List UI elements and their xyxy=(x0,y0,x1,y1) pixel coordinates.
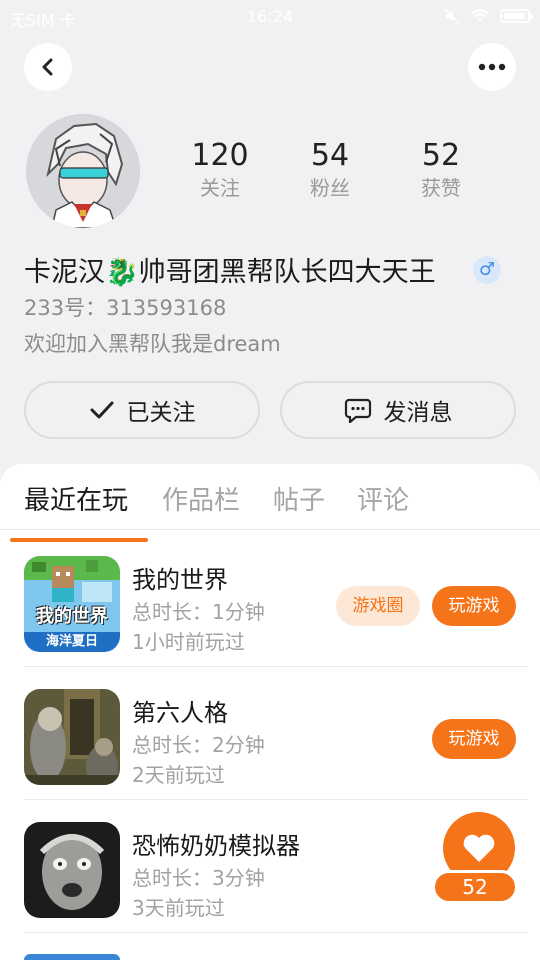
stat-likes[interactable]: 52 获赞 xyxy=(391,138,491,202)
chevron-left-icon xyxy=(42,58,53,76)
stat-value: 52 xyxy=(421,138,461,173)
granny-icon-art xyxy=(24,822,120,918)
like-count: 52 xyxy=(432,870,518,904)
heart-icon xyxy=(463,834,495,862)
identity-v-icon-art xyxy=(24,689,120,785)
icon-subtitle-text: 海洋夏日 xyxy=(45,634,98,649)
like-floating-button[interactable]: 52 xyxy=(432,812,518,906)
identity-v-game-icon[interactable] xyxy=(24,689,120,785)
stat-label: 获赞 xyxy=(421,176,461,200)
send-message-label: 发消息 xyxy=(383,400,453,426)
stat-fans[interactable]: 54 粉丝 xyxy=(280,138,380,202)
tab-posts[interactable]: 帖子 xyxy=(273,480,325,517)
game-last-played: 1小时前玩过 xyxy=(132,630,245,654)
icon-title-text: 我的世界 xyxy=(36,606,108,627)
stat-value: 54 xyxy=(310,138,350,173)
game-circle-button[interactable]: 游戏圈 xyxy=(336,586,420,626)
status-icons xyxy=(444,8,533,24)
back-button[interactable] xyxy=(24,43,72,91)
avatar[interactable] xyxy=(26,114,140,228)
row-divider xyxy=(24,932,528,933)
battery-icon xyxy=(500,9,533,23)
granny-game-icon[interactable] xyxy=(24,822,120,918)
gender-male-icon: ♂ xyxy=(473,256,501,284)
user-bio: 欢迎加入黑帮队我是dream xyxy=(24,332,281,356)
user-id: 233号：313593168 xyxy=(24,296,227,320)
game-title: 我的世界 xyxy=(132,566,228,594)
stat-value: 120 xyxy=(191,138,249,173)
send-message-button[interactable]: 发消息 xyxy=(280,381,516,439)
game-title: 第六人格 xyxy=(132,699,228,727)
more-button[interactable] xyxy=(468,43,516,91)
more-dots-icon xyxy=(478,63,506,71)
game-last-played: 3天前玩过 xyxy=(132,896,225,920)
stat-label: 关注 xyxy=(200,176,240,200)
stat-label: 粉丝 xyxy=(310,176,350,200)
play-game-button[interactable]: 玩游戏 xyxy=(432,586,516,626)
mute-icon xyxy=(444,8,460,24)
user-name: 卡泥汉🐉帅哥团黑帮队长四大天王 xyxy=(24,257,436,288)
game-last-played: 2天前玩过 xyxy=(132,763,225,787)
game-duration: 总时长：3分钟 xyxy=(132,866,265,890)
game-title: 恐怖奶奶模拟器 xyxy=(132,832,300,860)
status-bar: 无SIM 卡 16:24 xyxy=(0,0,540,34)
followed-button[interactable]: 已关注 xyxy=(24,381,260,439)
tab-recently-played[interactable]: 最近在玩 xyxy=(24,480,128,517)
wifi-icon xyxy=(471,9,489,22)
stat-following[interactable]: 120 关注 xyxy=(170,138,270,202)
next-game-icon-partial xyxy=(24,954,120,960)
chat-bubble-icon xyxy=(344,398,371,423)
play-game-button[interactable]: 玩游戏 xyxy=(432,719,516,759)
avatar-image xyxy=(26,114,140,228)
followed-label: 已关注 xyxy=(126,400,196,426)
tab-works[interactable]: 作品栏 xyxy=(162,480,240,517)
tab-bar: 最近在玩 作品栏 帖子 评论 xyxy=(0,478,540,542)
game-row[interactable]: 第六人格 总时长：2分钟 2天前玩过 玩游戏 xyxy=(0,667,540,800)
game-row[interactable]: 我的世界 海洋夏日 我的世界 总时长：1分钟 1小时前玩过 游戏圈 玩游戏 xyxy=(0,534,540,667)
game-duration: 总时长：2分钟 xyxy=(132,733,265,757)
game-duration: 总时长：1分钟 xyxy=(132,600,265,624)
tab-comments[interactable]: 评论 xyxy=(357,480,409,517)
minecraft-game-icon[interactable]: 我的世界 海洋夏日 xyxy=(24,556,120,652)
check-icon xyxy=(90,401,113,419)
